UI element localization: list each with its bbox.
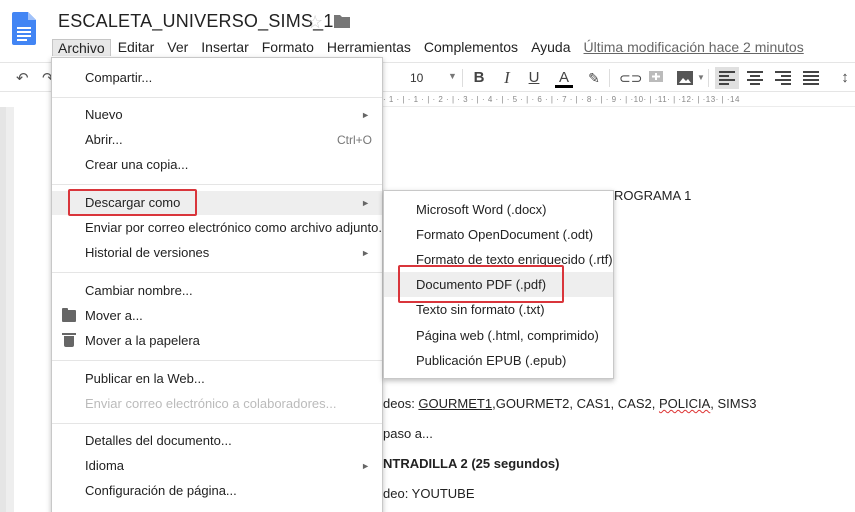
menu-item-label: Nuevo	[85, 107, 123, 122]
submenu-arrow-icon: ►	[361, 461, 370, 471]
toolbar-divider	[708, 69, 709, 87]
doc-text-span: GOURMET1	[418, 396, 493, 411]
doc-text-line[interactable]: ROGRAMA 1	[614, 188, 691, 203]
menu-herramientas[interactable]: Herramientas	[321, 38, 417, 56]
menu-bar: Archivo Editar Ver Insertar Formato Herr…	[52, 37, 804, 57]
submenu-arrow-icon: ►	[361, 198, 370, 208]
menu-item-document-details[interactable]: Detalles del documento...	[52, 429, 382, 453]
toolbar-divider	[462, 69, 463, 87]
misspelled-word[interactable]: POLICIA	[659, 396, 710, 411]
link-icon[interactable]: ⊂⊃	[619, 68, 642, 88]
menu-ayuda[interactable]: Ayuda	[525, 38, 576, 56]
line-spacing-icon[interactable]: ↕	[836, 68, 854, 88]
highlight-icon[interactable]: ✎	[585, 68, 603, 88]
submenu-item-html[interactable]: Página web (.html, comprimido)	[384, 323, 613, 348]
doc-text-line[interactable]: paso a...	[383, 426, 433, 441]
menu-divider	[52, 423, 382, 424]
submenu-arrow-icon: ►	[361, 248, 370, 258]
chevron-down-icon[interactable]: ▼	[697, 73, 705, 82]
folder-icon[interactable]	[334, 14, 350, 28]
menu-ver[interactable]: Ver	[161, 38, 194, 56]
menu-item-new[interactable]: Nuevo ►	[52, 103, 382, 127]
menu-item-share[interactable]: Compartir...	[52, 66, 382, 90]
menu-item-label: Idioma	[85, 458, 125, 473]
align-right-icon[interactable]	[775, 71, 791, 85]
text-color-indicator	[555, 85, 573, 88]
menu-item-page-setup[interactable]: Configuración de página...	[52, 479, 382, 503]
menu-item-label: Abrir...	[85, 132, 123, 147]
image-icon[interactable]	[676, 70, 694, 86]
menu-item-open[interactable]: Abrir... Ctrl+O	[52, 128, 382, 152]
doc-text-span: , SIMS3	[710, 396, 757, 411]
menu-item-email-collaborators: Enviar correo electrónico a colaboradore…	[85, 396, 337, 411]
menu-formato[interactable]: Formato	[256, 38, 320, 56]
bold-button[interactable]: B	[471, 68, 487, 88]
doc-text-span: ,GOURMET2, CAS1, CAS2,	[492, 396, 659, 411]
last-modified-link[interactable]: Última modificación hace 2 minutos	[584, 39, 804, 55]
menu-item-label: Mover a la papelera	[85, 333, 200, 348]
menu-item-move[interactable]: Mover a...	[52, 304, 382, 328]
highlight-box-pdf	[398, 265, 564, 303]
menu-item-rename[interactable]: Cambiar nombre...	[52, 279, 382, 303]
submenu-item-docx[interactable]: Microsoft Word (.docx)	[384, 197, 613, 222]
menu-item-publish-web[interactable]: Publicar en la Web...	[52, 367, 382, 391]
doc-text-line[interactable]: NTRADILLA 2 (25 segundos)	[383, 456, 559, 471]
menu-item-label: Mover a...	[85, 308, 143, 323]
doc-header: ESCALETA_UNIVERSO_SIMS_1 ☆ Archivo Edita…	[0, 0, 855, 62]
menu-divider	[52, 272, 382, 273]
document-title[interactable]: ESCALETA_UNIVERSO_SIMS_1	[58, 11, 334, 32]
file-menu: Compartir... Nuevo ► Abrir... Ctrl+O Crear…	[51, 57, 389, 512]
vertical-ruler	[0, 107, 6, 512]
menu-insertar[interactable]: Insertar	[195, 38, 254, 56]
menu-divider	[52, 97, 382, 98]
submenu-item-epub[interactable]: Publicación EPUB (.epub)	[384, 348, 613, 373]
comment-icon[interactable]	[648, 70, 664, 86]
submenu-item-odt[interactable]: Formato OpenDocument (.odt)	[384, 222, 613, 247]
menu-item-make-copy[interactable]: Crear una copia...	[52, 153, 382, 177]
justify-icon[interactable]	[803, 71, 819, 85]
keyboard-shortcut: Ctrl+O	[336, 133, 372, 147]
doc-text-line[interactable]: deos: GOURMET1,GOURMET2, CAS1, CAS2, POL…	[383, 396, 757, 411]
align-left-icon[interactable]	[715, 67, 739, 89]
menu-item-language[interactable]: Idioma ►	[52, 454, 382, 478]
italic-button[interactable]: I	[499, 68, 515, 88]
underline-button[interactable]: U	[526, 68, 542, 88]
chevron-down-icon[interactable]: ▼	[448, 71, 457, 81]
doc-text-span: deos:	[383, 396, 419, 411]
font-size-select[interactable]: 10	[410, 71, 423, 85]
menu-item-label: Historial de versiones	[85, 245, 210, 260]
google-docs-icon[interactable]	[12, 12, 36, 45]
menu-item-version-history[interactable]: Historial de versiones ►	[52, 241, 382, 265]
menu-divider	[52, 184, 382, 185]
menu-item-email-attachment[interactable]: Enviar por correo electrónico como archi…	[52, 216, 389, 240]
highlight-box-download-as	[68, 189, 197, 216]
folder-icon	[62, 308, 76, 322]
ruler[interactable]: · 1 · | · 1 · | · 2 · | · 3 · | · 4 · | …	[383, 93, 855, 107]
menu-archivo[interactable]: Archivo	[52, 38, 111, 56]
toolbar-divider	[609, 69, 610, 87]
doc-text-line[interactable]: deo: YOUTUBE	[383, 486, 475, 501]
menu-complementos[interactable]: Complementos	[418, 38, 524, 56]
align-center-icon[interactable]	[747, 71, 763, 85]
star-icon[interactable]: ☆	[307, 12, 323, 33]
trash-icon	[62, 333, 76, 347]
menu-item-trash[interactable]: Mover a la papelera	[52, 329, 382, 353]
submenu-arrow-icon: ►	[361, 110, 370, 120]
menu-editar[interactable]: Editar	[112, 38, 161, 56]
undo-icon[interactable]: ↶	[16, 69, 29, 87]
menu-divider	[52, 360, 382, 361]
